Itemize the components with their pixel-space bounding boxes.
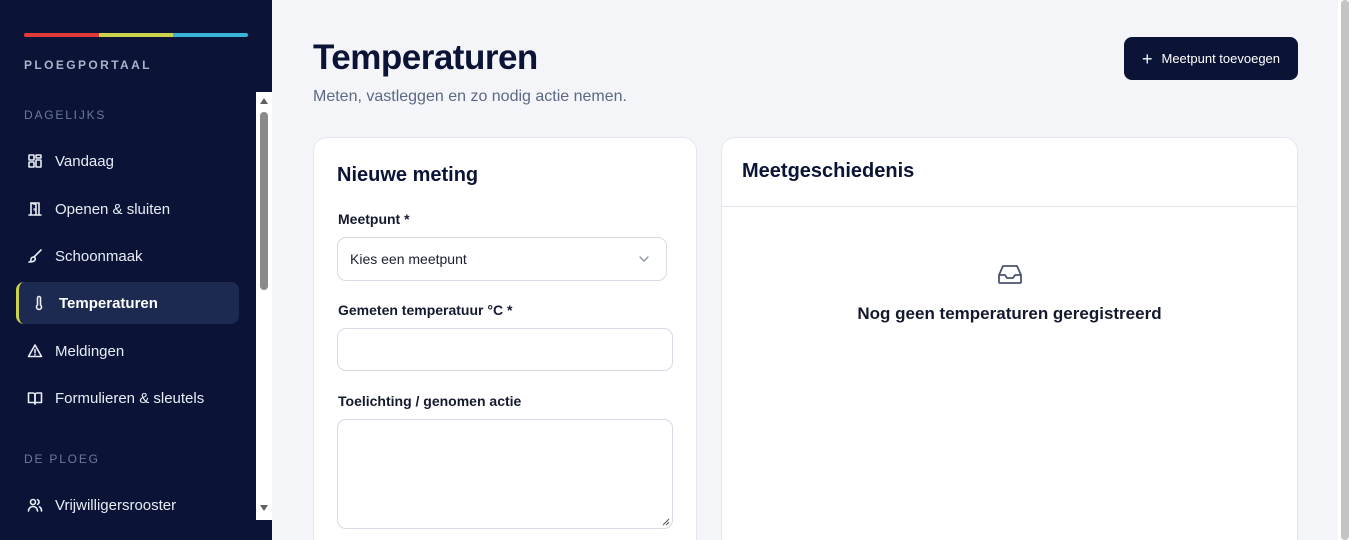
sidebar-item-label: Meldingen [55, 342, 125, 360]
meetpunt-select-value: Kies een meetpunt [350, 251, 467, 267]
sidebar-item-formulieren-sleutels[interactable]: Formulieren & sleutels [16, 377, 239, 419]
sidebar-item-label: Formulieren & sleutels [55, 389, 205, 407]
users-icon [27, 497, 43, 513]
inbox-icon [998, 265, 1022, 284]
sidebar-item-label: Vandaag [55, 152, 114, 170]
meetpunt-label: Meetpunt * [338, 211, 410, 227]
page-scrollbar-thumb[interactable] [1341, 0, 1349, 540]
sidebar-item-openen-sluiten[interactable]: Openen & sluiten [16, 188, 239, 230]
brush-icon [27, 248, 43, 264]
sidebar-item-label: Vrijwilligersrooster [55, 496, 177, 514]
page-scrollbar[interactable] [1338, 0, 1354, 540]
form-title: Nieuwe meting [337, 164, 479, 186]
scroll-up-icon[interactable] [260, 98, 268, 104]
book-icon [27, 390, 43, 406]
brand-color-bar [24, 33, 248, 37]
note-textarea[interactable] [337, 419, 673, 529]
sidebar-item-vandaag[interactable]: Vandaag [16, 140, 239, 182]
warning-icon [27, 343, 43, 359]
thermometer-icon [31, 295, 47, 311]
add-meetpunt-label: Meetpunt toevoegen [1161, 51, 1281, 66]
sidebar-scrollbar[interactable] [256, 92, 272, 520]
door-icon [27, 201, 43, 217]
sidebar-item-temperaturen[interactable]: Temperaturen [16, 282, 239, 324]
history-title: Meetgeschiedenis [742, 160, 915, 182]
empty-state-text: Nog geen temperaturen geregistreerd [857, 304, 1162, 323]
brand-name: PLOEGPORTAAL [24, 58, 152, 72]
page-subtitle: Meten, vastleggen en zo nodig actie neme… [313, 88, 627, 105]
measurement-history-card: Meetgeschiedenis Nog geen temperaturen g… [721, 137, 1298, 540]
chevron-down-icon [639, 256, 649, 262]
sidebar: PLOEGPORTAAL DAGELIJKS Vandaag Openen & … [0, 0, 272, 540]
temperature-input[interactable] [337, 328, 673, 371]
page-title: Temperaturen [313, 38, 538, 77]
sidebar-item-label: Temperaturen [59, 294, 158, 312]
sidebar-item-label: Openen & sluiten [55, 200, 171, 218]
new-measurement-card: Nieuwe meting Meetpunt * Kies een meetpu… [313, 137, 697, 540]
meetpunt-select[interactable]: Kies een meetpunt [337, 237, 667, 281]
sidebar-item-label: Schoonmaak [55, 247, 143, 265]
section-label-dagelijks: DAGELIJKS [24, 108, 107, 122]
resize-grip-icon[interactable] [662, 518, 670, 526]
history-divider [722, 206, 1297, 207]
sidebar-item-vrijwilligersrooster[interactable]: Vrijwilligersrooster [16, 484, 239, 526]
dashboard-icon [27, 153, 43, 169]
scrollbar-thumb[interactable] [260, 112, 268, 290]
plus-icon: + [1141, 48, 1153, 69]
sidebar-item-meldingen[interactable]: Meldingen [16, 330, 239, 372]
temperature-label: Gemeten temperatuur °C * [338, 302, 513, 318]
section-label-de-ploeg: DE PLOEG [24, 452, 100, 466]
sidebar-nav: DAGELIJKS Vandaag Openen & sluiten Schoo… [0, 92, 272, 540]
note-label: Toelichting / genomen actie [338, 393, 522, 409]
scroll-down-icon[interactable] [260, 505, 268, 511]
sidebar-item-schoonmaak[interactable]: Schoonmaak [16, 235, 239, 277]
add-meetpunt-button[interactable]: + Meetpunt toevoegen [1124, 37, 1298, 80]
